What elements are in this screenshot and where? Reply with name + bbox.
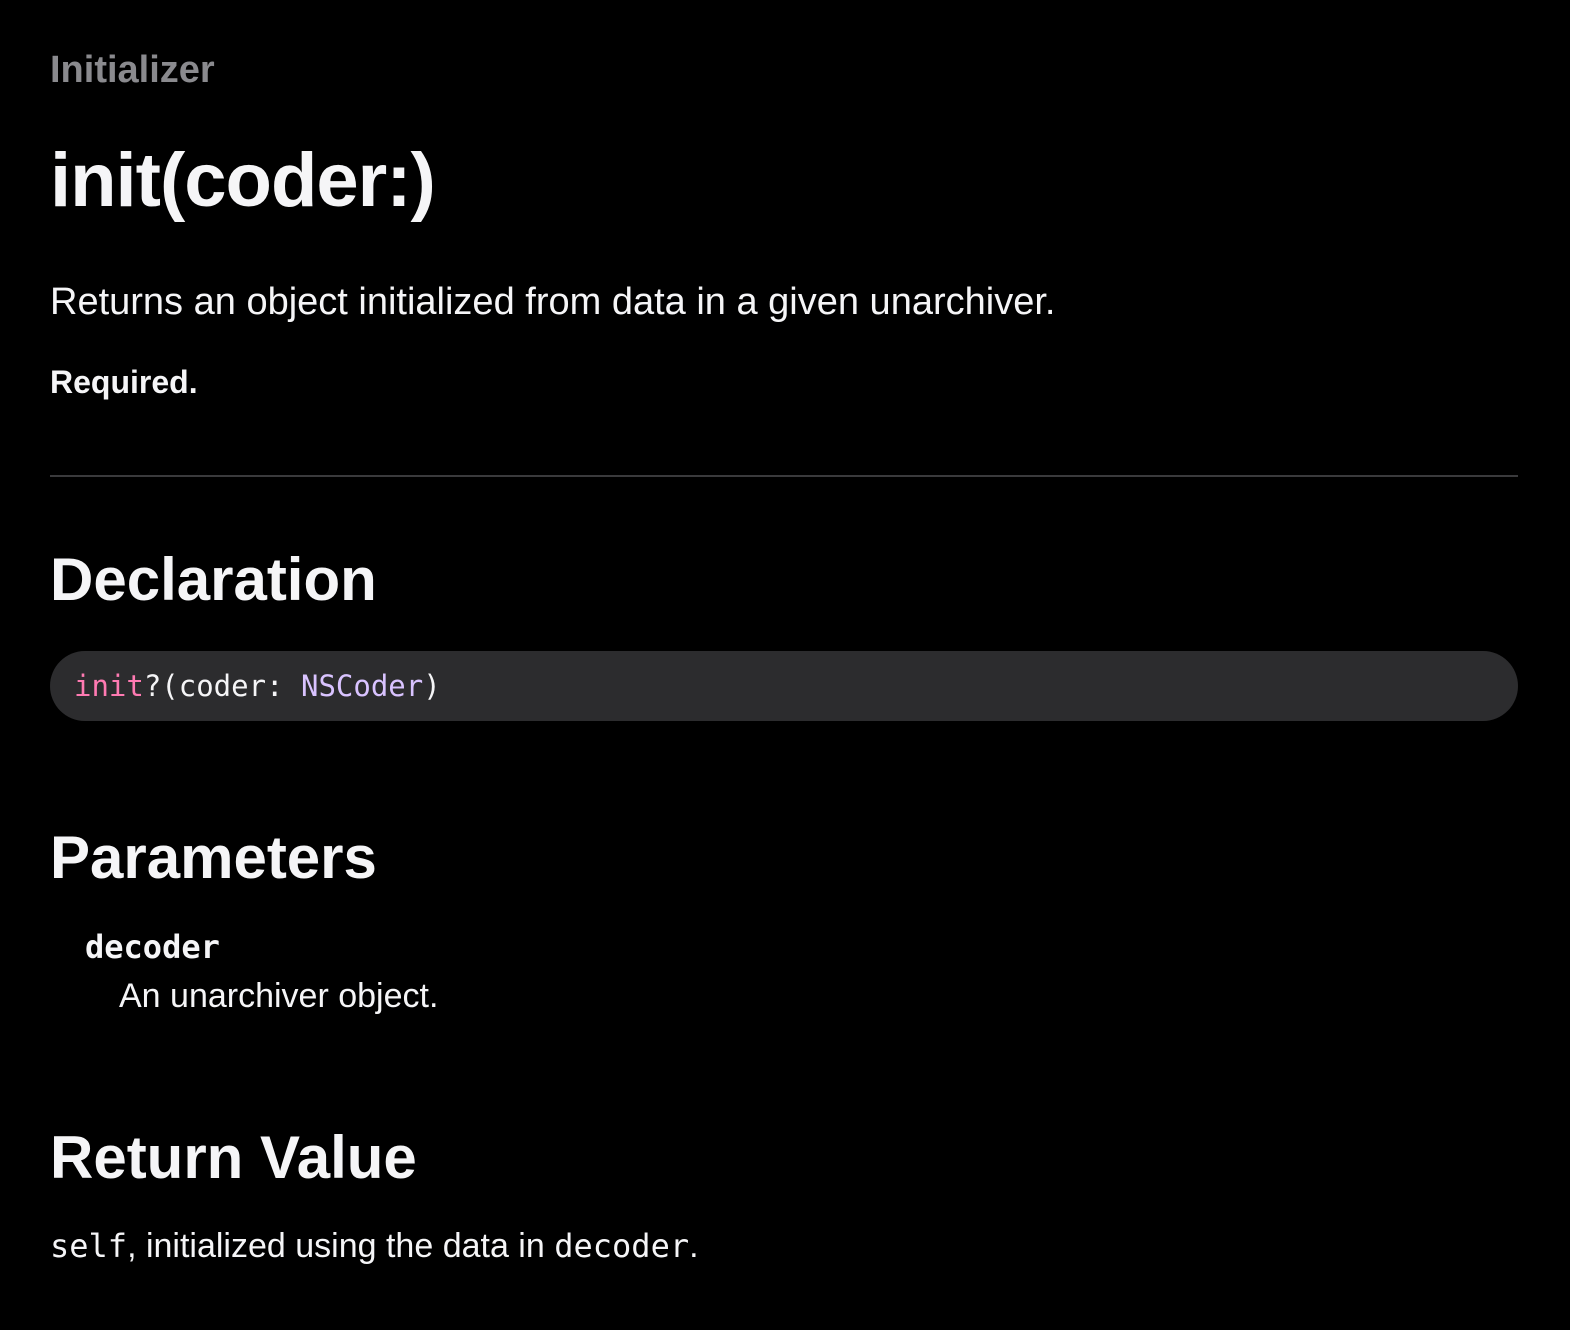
code-plain-params: ?(coder: [143, 669, 301, 703]
abstract-text: Returns an object initialized from data … [50, 281, 1056, 323]
return-code-self: self [50, 1227, 128, 1265]
parameter-name: decoder [85, 928, 220, 966]
code-keyword-init: init [74, 669, 144, 703]
return-text-part-2: . [689, 1227, 699, 1265]
return-value-heading: Return Value [50, 1124, 417, 1191]
parameter-description: An unarchiver object. [119, 977, 439, 1015]
parameters-heading: Parameters [50, 824, 377, 891]
declaration-code-block: init ?(coder: NSCoder) [50, 651, 1518, 721]
return-text-part-1: , initialized using the data in [127, 1227, 555, 1265]
declaration-heading: Declaration [50, 546, 377, 613]
code-plain-close: ) [423, 669, 441, 703]
symbol-kind-eyebrow: Initializer [50, 49, 215, 91]
page-title: init(coder:) [50, 138, 436, 223]
required-label: Required. [50, 364, 198, 400]
return-value-text: self, initialized using the data in deco… [50, 1224, 699, 1268]
code-type-link[interactable]: NSCoder [301, 669, 423, 703]
section-divider [50, 475, 1518, 477]
return-code-decoder: decoder [554, 1227, 690, 1265]
